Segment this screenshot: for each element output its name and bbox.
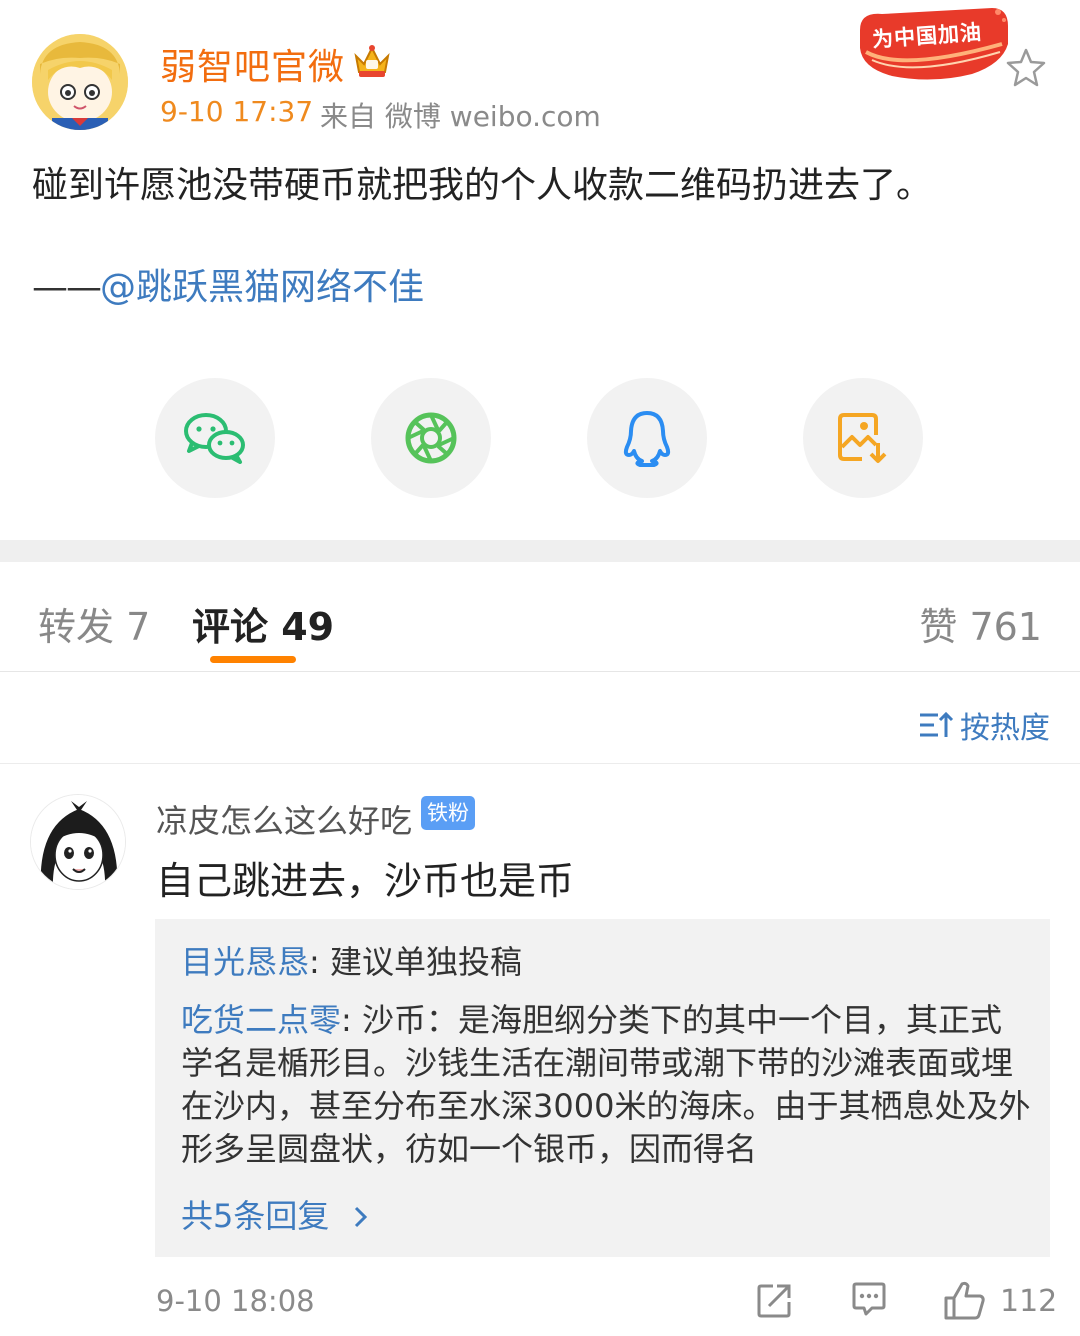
comment-like-count: 112 (1000, 1284, 1058, 1319)
favorite-star-icon[interactable] (1004, 46, 1048, 90)
chevron-right-icon (354, 1206, 367, 1228)
commenter-name[interactable]: 凉皮怎么这么好吃 (156, 796, 412, 842)
wechat-icon (184, 413, 245, 464)
share-icon (757, 1284, 791, 1318)
author-avatar[interactable] (32, 34, 128, 130)
thumbs-up-icon (944, 1281, 985, 1320)
post-time: 9-10 17:37 (160, 95, 314, 128)
post-body-text: 碰到许愿池没带硬币就把我的个人收款二维码扔进去了。 (32, 165, 933, 206)
fan-badge: 铁粉 (421, 796, 475, 830)
comment-icon (852, 1282, 886, 1316)
repost-comment-button[interactable] (755, 1280, 795, 1324)
more-replies-link[interactable]: 共5条回复 (181, 1191, 372, 1237)
reply-text: : 建议单独投稿 (309, 943, 522, 981)
reply-comment-button[interactable] (850, 1280, 888, 1324)
reply-user[interactable]: 目光恳恳 (181, 943, 309, 981)
save-image-icon (838, 413, 887, 463)
share-moments-button[interactable] (371, 378, 491, 498)
moments-icon (405, 412, 457, 464)
post-credit: ——@跳跃黑猫网络不佳 (32, 262, 424, 314)
crown-vip-icon[interactable] (352, 42, 392, 80)
tab-comments[interactable]: 评论 49 (192, 596, 334, 651)
more-replies-label: 共5条回复 (181, 1197, 330, 1235)
sort-by-hot-button[interactable]: 按热度 (918, 700, 1050, 750)
weibo-post: 弱智吧官微 9-10 17:37 来自 微博 weibo.com 为中国加油 碰… (0, 0, 1080, 540)
share-wechat-button[interactable] (155, 378, 275, 498)
campaign-badge[interactable]: 为中国加油 (852, 4, 1012, 84)
qq-icon (623, 411, 671, 467)
save-image-button[interactable] (803, 378, 923, 498)
replies-box[interactable]: 目光恳恳: 建议单独投稿 吃货二点零: 沙币：是海胆纲分类下的其中一个目，其正式… (155, 919, 1050, 1257)
comment-text: 自己跳进去，沙币也是币 (156, 859, 575, 903)
share-qq-button[interactable] (587, 378, 707, 498)
reply-item: 目光恳恳: 建议单独投稿 (181, 941, 1031, 984)
sort-divider (0, 763, 1080, 764)
credit-user-link[interactable]: @跳跃黑猫网络不佳 (100, 267, 424, 308)
credit-dash: —— (32, 267, 102, 308)
reply-item: 吃货二点零: 沙币：是海胆纲分类下的其中一个目，其正式学名是楯形目。沙钱生活在潮… (181, 999, 1033, 1171)
comment-time: 9-10 18:08 (156, 1284, 315, 1318)
post-source: 来自 微博 weibo.com (320, 100, 601, 133)
tab-likes[interactable]: 赞 761 (919, 596, 1042, 651)
share-row (0, 378, 1080, 498)
active-tab-indicator (210, 656, 296, 663)
like-comment-button[interactable] (942, 1280, 986, 1324)
section-divider (0, 540, 1080, 562)
sort-label: 按热度 (960, 711, 1050, 746)
sort-icon (920, 711, 954, 737)
author-name[interactable]: 弱智吧官微 (160, 38, 345, 90)
reply-user[interactable]: 吃货二点零 (181, 1001, 341, 1039)
tab-repost[interactable]: 转发 7 (38, 596, 150, 651)
interaction-tabs: 转发 7 评论 49 赞 761 (0, 562, 1080, 672)
commenter-avatar[interactable] (30, 794, 126, 890)
